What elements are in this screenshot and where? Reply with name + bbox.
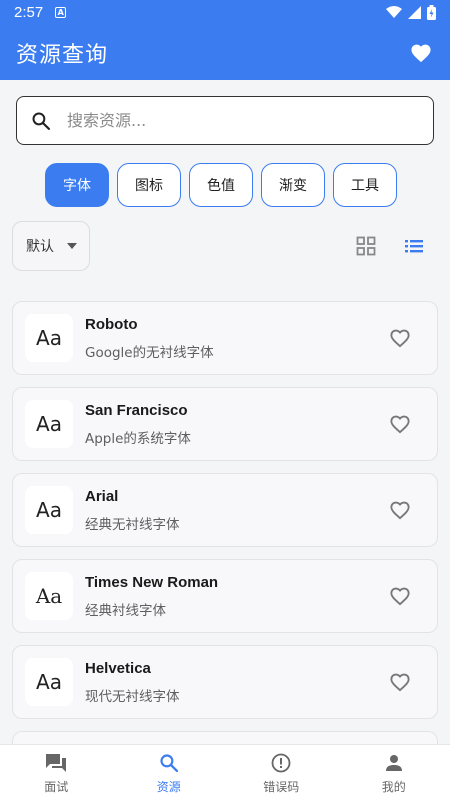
list-item[interactable]: Aa Roboto Google的无衬线字体 (12, 301, 438, 375)
page-title: 资源查询 (16, 42, 109, 68)
font-description: Apple的系统字体 (85, 430, 191, 447)
font-name: Times New Roman (85, 573, 219, 591)
nav-label: 面试 (44, 779, 69, 794)
signal-icon (408, 6, 421, 19)
heart-filled-icon (411, 44, 431, 62)
list-item[interactable]: Aa San Francisco Apple的系统字体 (12, 387, 438, 461)
grid-view-button[interactable] (356, 236, 376, 256)
heart-outline-icon (390, 415, 410, 434)
nav-item-error-codes[interactable]: 错误码 (225, 745, 338, 801)
chat-icon (46, 753, 67, 772)
status-bar: 2:57 A (0, 0, 450, 25)
category-chip-fonts[interactable]: 字体 (45, 163, 109, 207)
list-item[interactable] (12, 731, 438, 745)
alert-icon (271, 753, 291, 772)
font-list: Aa Roboto Google的无衬线字体 Aa San Francisco … (12, 301, 438, 757)
nav-item-profile[interactable]: 我的 (338, 745, 450, 801)
font-preview: Aa (25, 486, 73, 534)
list-item[interactable]: Aa Arial 经典无衬线字体 (12, 473, 438, 547)
favorite-button[interactable] (389, 672, 411, 694)
search-input[interactable] (67, 111, 397, 130)
app-bar: 资源查询 (0, 25, 450, 80)
category-chip-icons[interactable]: 图标 (117, 163, 181, 207)
nav-item-resources[interactable]: 资源 (113, 745, 226, 801)
grid-icon (356, 236, 376, 256)
category-chip-gradients[interactable]: 渐变 (261, 163, 325, 207)
search-box[interactable] (16, 96, 434, 145)
font-description: Google的无衬线字体 (85, 344, 214, 361)
status-icons (386, 5, 436, 20)
heart-outline-icon (390, 587, 410, 606)
notification-icon: A (55, 7, 67, 18)
list-icon (405, 240, 423, 253)
heart-outline-icon (390, 329, 410, 348)
nav-label: 我的 (381, 779, 406, 794)
heart-outline-icon (390, 673, 410, 692)
font-name: Arial (85, 487, 119, 505)
bottom-nav: 面试 资源 错误码 我的 (0, 744, 450, 801)
category-chip-colors[interactable]: 色值 (189, 163, 253, 207)
sort-dropdown[interactable]: 默认 (12, 221, 90, 271)
heart-outline-icon (390, 501, 410, 520)
font-preview: Aa (25, 314, 73, 362)
status-time: 2:57 (14, 4, 44, 21)
font-name: Roboto (85, 315, 138, 333)
font-preview: Aa (25, 572, 73, 620)
favorite-button[interactable] (389, 500, 411, 522)
favorite-button[interactable] (389, 328, 411, 350)
font-description: 经典无衬线字体 (85, 516, 180, 533)
font-preview: Aa (25, 658, 73, 706)
list-item[interactable]: Aa Times New Roman 经典衬线字体 (12, 559, 438, 633)
font-name: Helvetica (85, 659, 151, 677)
font-preview: Aa (25, 400, 73, 448)
font-name: San Francisco (85, 401, 188, 419)
category-chip-tools[interactable]: 工具 (333, 163, 397, 207)
font-description: 经典衬线字体 (85, 602, 166, 619)
battery-icon (427, 5, 436, 20)
caret-down-icon (67, 243, 77, 249)
search-icon (160, 753, 178, 772)
favorite-button[interactable] (389, 586, 411, 608)
favorites-button[interactable] (408, 40, 434, 66)
font-description: 现代无衬线字体 (85, 688, 180, 705)
category-tabs: 字体 图标 色值 渐变 工具 (45, 163, 397, 207)
search-icon (32, 112, 51, 130)
wifi-icon (386, 6, 402, 18)
list-item[interactable]: Aa Helvetica 现代无衬线字体 (12, 645, 438, 719)
nav-item-interview[interactable]: 面试 (0, 745, 113, 801)
nav-label: 错误码 (263, 779, 300, 794)
favorite-button[interactable] (389, 414, 411, 436)
sort-selected-value: 默认 (26, 239, 54, 255)
nav-label: 资源 (156, 779, 181, 794)
list-view-button[interactable] (404, 236, 424, 256)
person-icon (385, 754, 402, 771)
